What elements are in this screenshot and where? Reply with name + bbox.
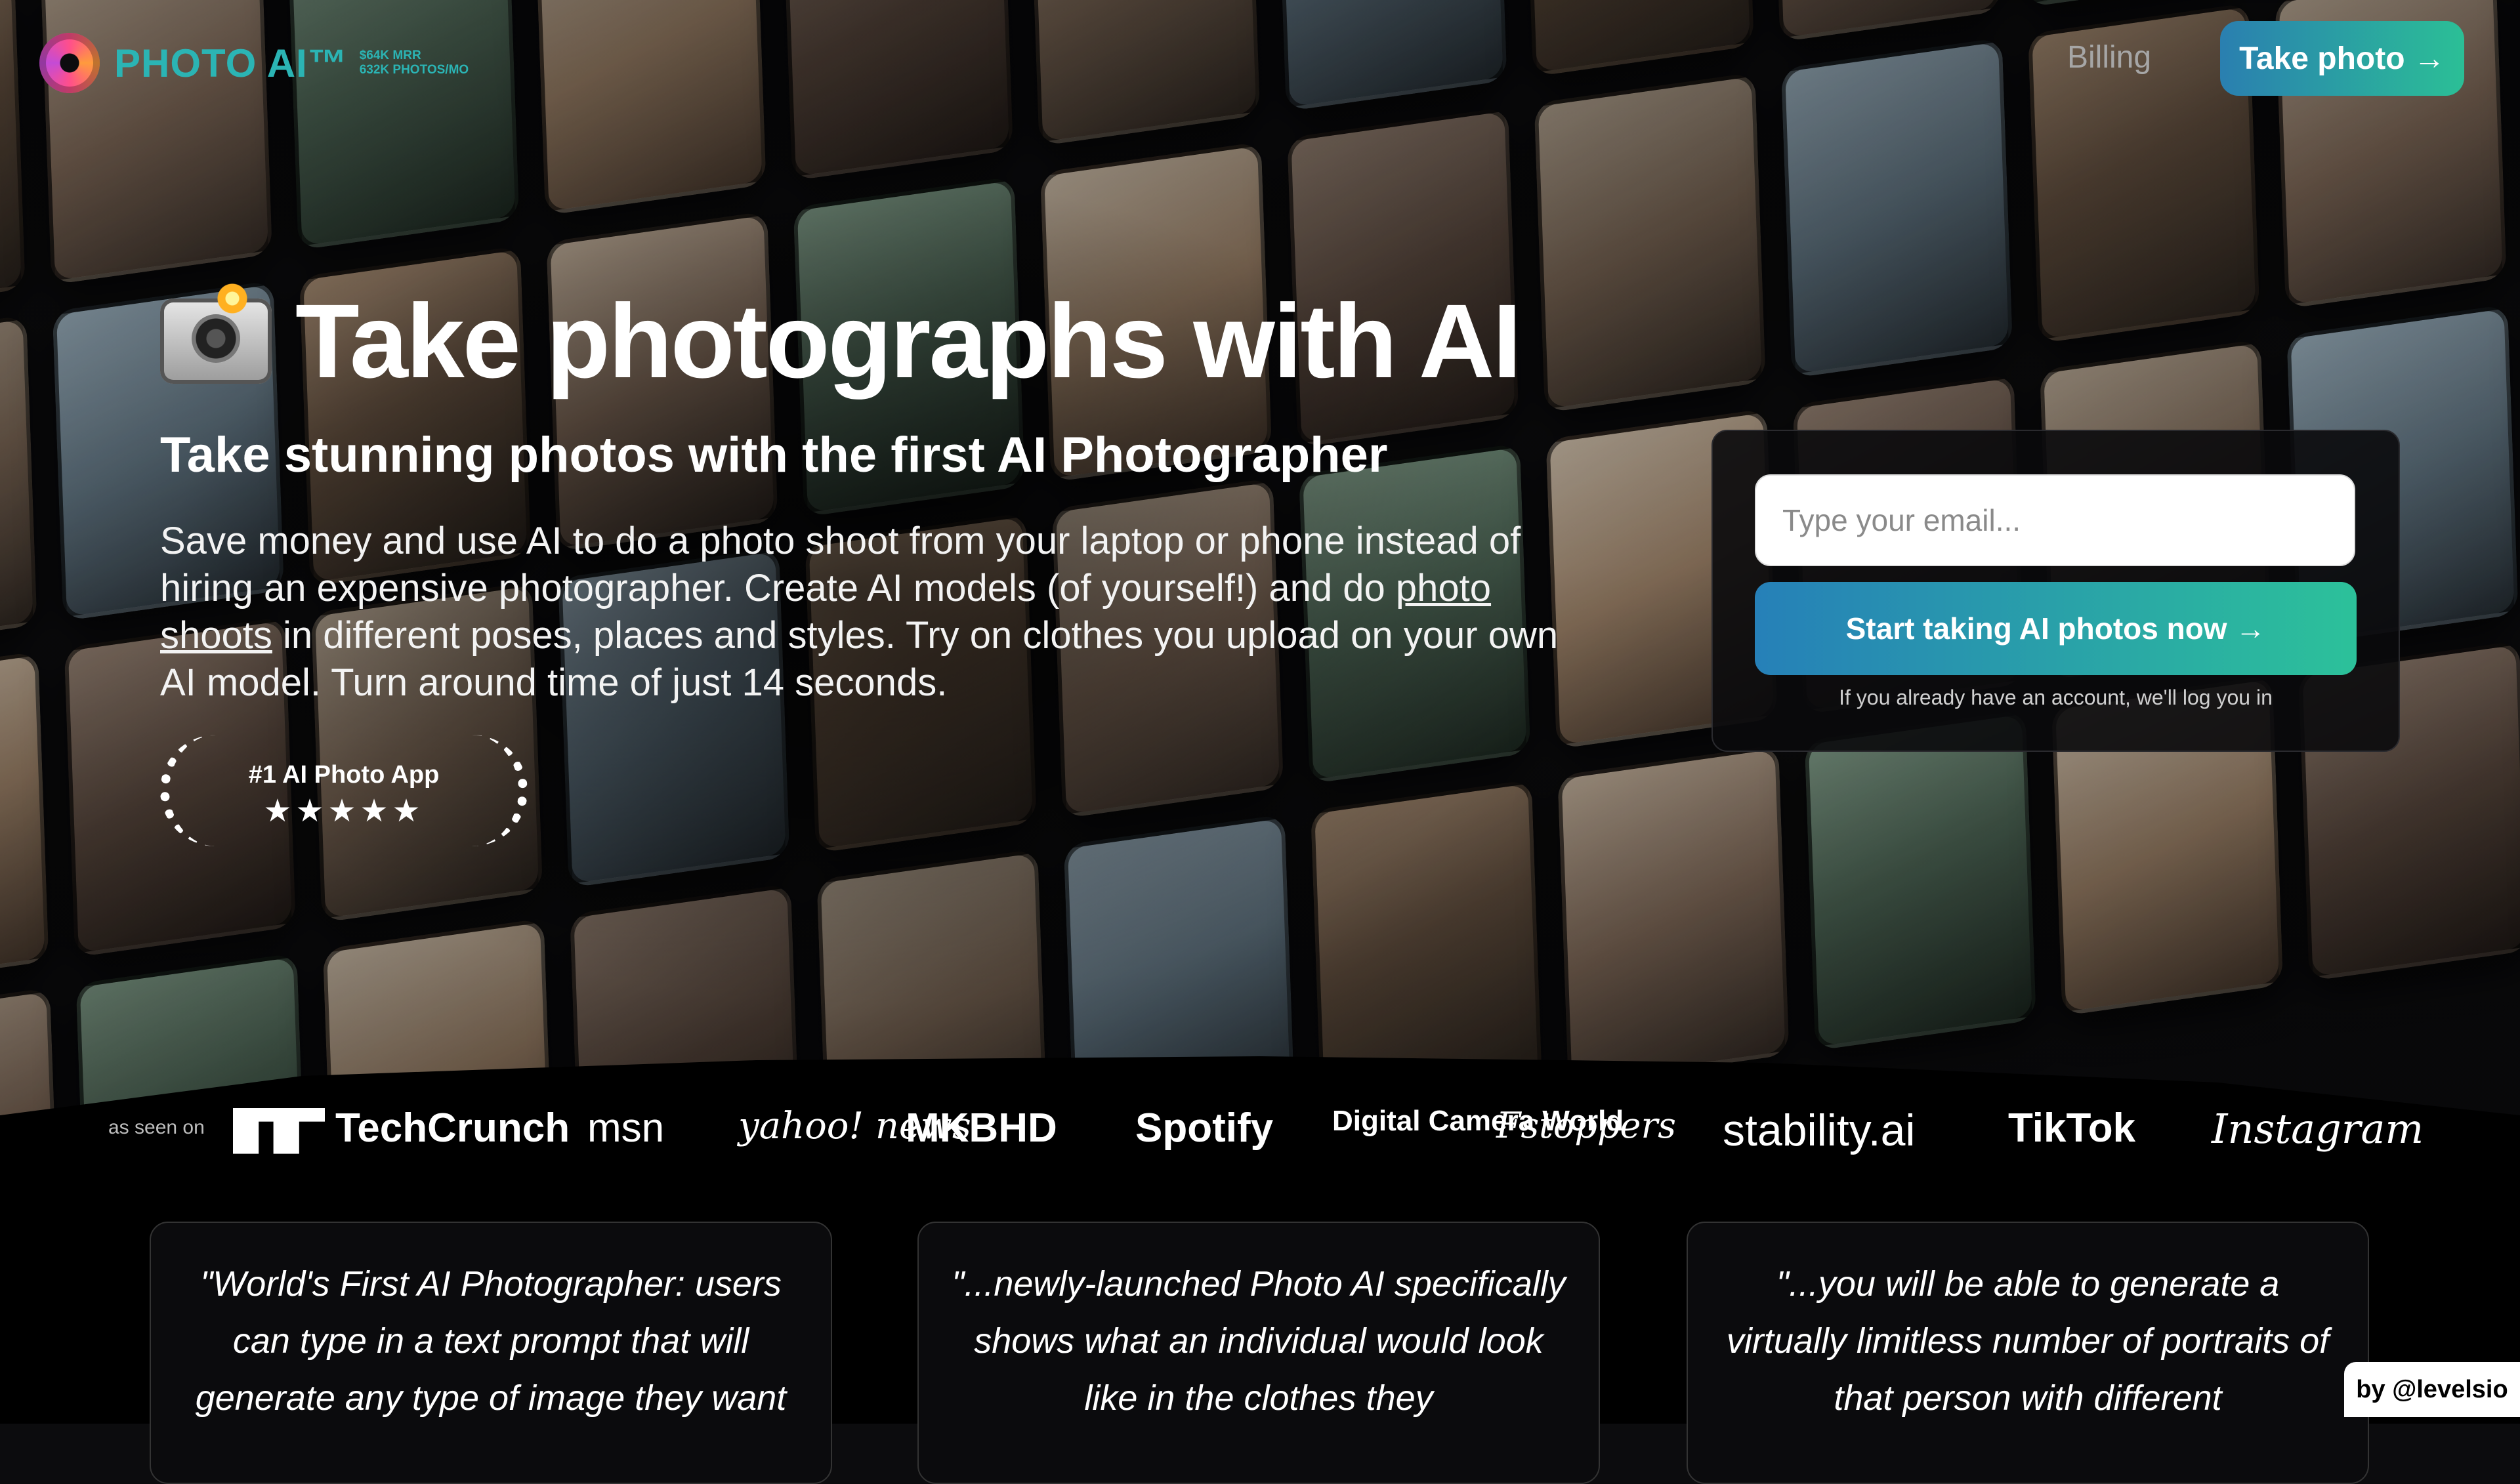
msn-logo: msn <box>587 1105 665 1151</box>
instagram-logo: Instagram <box>2212 1105 2424 1153</box>
email-input[interactable] <box>1755 474 2355 566</box>
spotify-logo: Spotify <box>1135 1105 1274 1151</box>
site-logo[interactable]: PHOTO AI™ $64K MRR 632K PHOTOS/MO <box>39 33 469 93</box>
brand-name: PHOTO AI™ <box>114 41 348 85</box>
hero-description-part1: Save money and use AI to do a photo shoo… <box>160 520 1521 609</box>
photos-stat: 632K PHOTOS/MO <box>359 63 469 77</box>
techcrunch-logo: TechCrunch <box>233 1105 570 1154</box>
stability-ai-logo: stability.ai <box>1723 1105 1916 1155</box>
laurel-right-icon <box>459 735 528 846</box>
techcrunch-icon <box>233 1107 325 1154</box>
testimonial-card: "World's First AI Photographer: users ca… <box>150 1222 832 1484</box>
laurel-left-icon <box>160 735 228 846</box>
mrr-stat: $64K MRR <box>359 49 421 62</box>
hero-section: Take photographs with AI Take stunning p… <box>160 272 1604 707</box>
hero-description: Save money and use AI to do a photo shoo… <box>160 518 1571 707</box>
brand-stats: $64K MRR 632K PHOTOS/MO <box>360 49 469 77</box>
hero-description-part2: in different poses, places and styles. T… <box>160 614 1559 704</box>
press-logos: as seen on TechCrunch msn yahoo! news MK… <box>0 1089 2520 1168</box>
billing-link[interactable]: Billing <box>2067 39 2151 75</box>
mkbhd-logo: MKBHD <box>906 1105 1057 1151</box>
signup-card: Start taking AI photos now → If you alre… <box>1712 430 2400 752</box>
as-seen-on-label: as seen on <box>108 1117 205 1138</box>
take-photo-button[interactable]: Take photo → <box>2220 21 2464 96</box>
award-badge: #1 AI Photo App ★★★★★ <box>160 735 528 846</box>
login-note: If you already have an account, we'll lo… <box>1839 686 2273 709</box>
testimonial-card: "...you will be able to generate a virtu… <box>1687 1222 2369 1484</box>
levelsio-byline-link[interactable]: by @levelsio <box>2344 1362 2520 1417</box>
swirl-logo-icon <box>39 33 100 93</box>
start-taking-photos-button[interactable]: Start taking AI photos now → <box>1755 582 2357 675</box>
testimonial-card: "...newly-launched Photo AI specifically… <box>917 1222 1600 1484</box>
tiktok-logo: TikTok <box>2008 1105 2136 1151</box>
hero-title-text: Take photographs with AI <box>295 282 1522 400</box>
hero-subtitle: Take stunning photos with the first AI P… <box>160 427 1388 483</box>
fstoppers-logo: Fstoppers <box>1496 1105 1677 1146</box>
badge-title: #1 AI Photo App <box>248 761 440 789</box>
hero-title: Take photographs with AI <box>160 272 1604 400</box>
camera-flash-icon <box>160 272 272 384</box>
star-rating: ★★★★★ <box>263 794 425 829</box>
